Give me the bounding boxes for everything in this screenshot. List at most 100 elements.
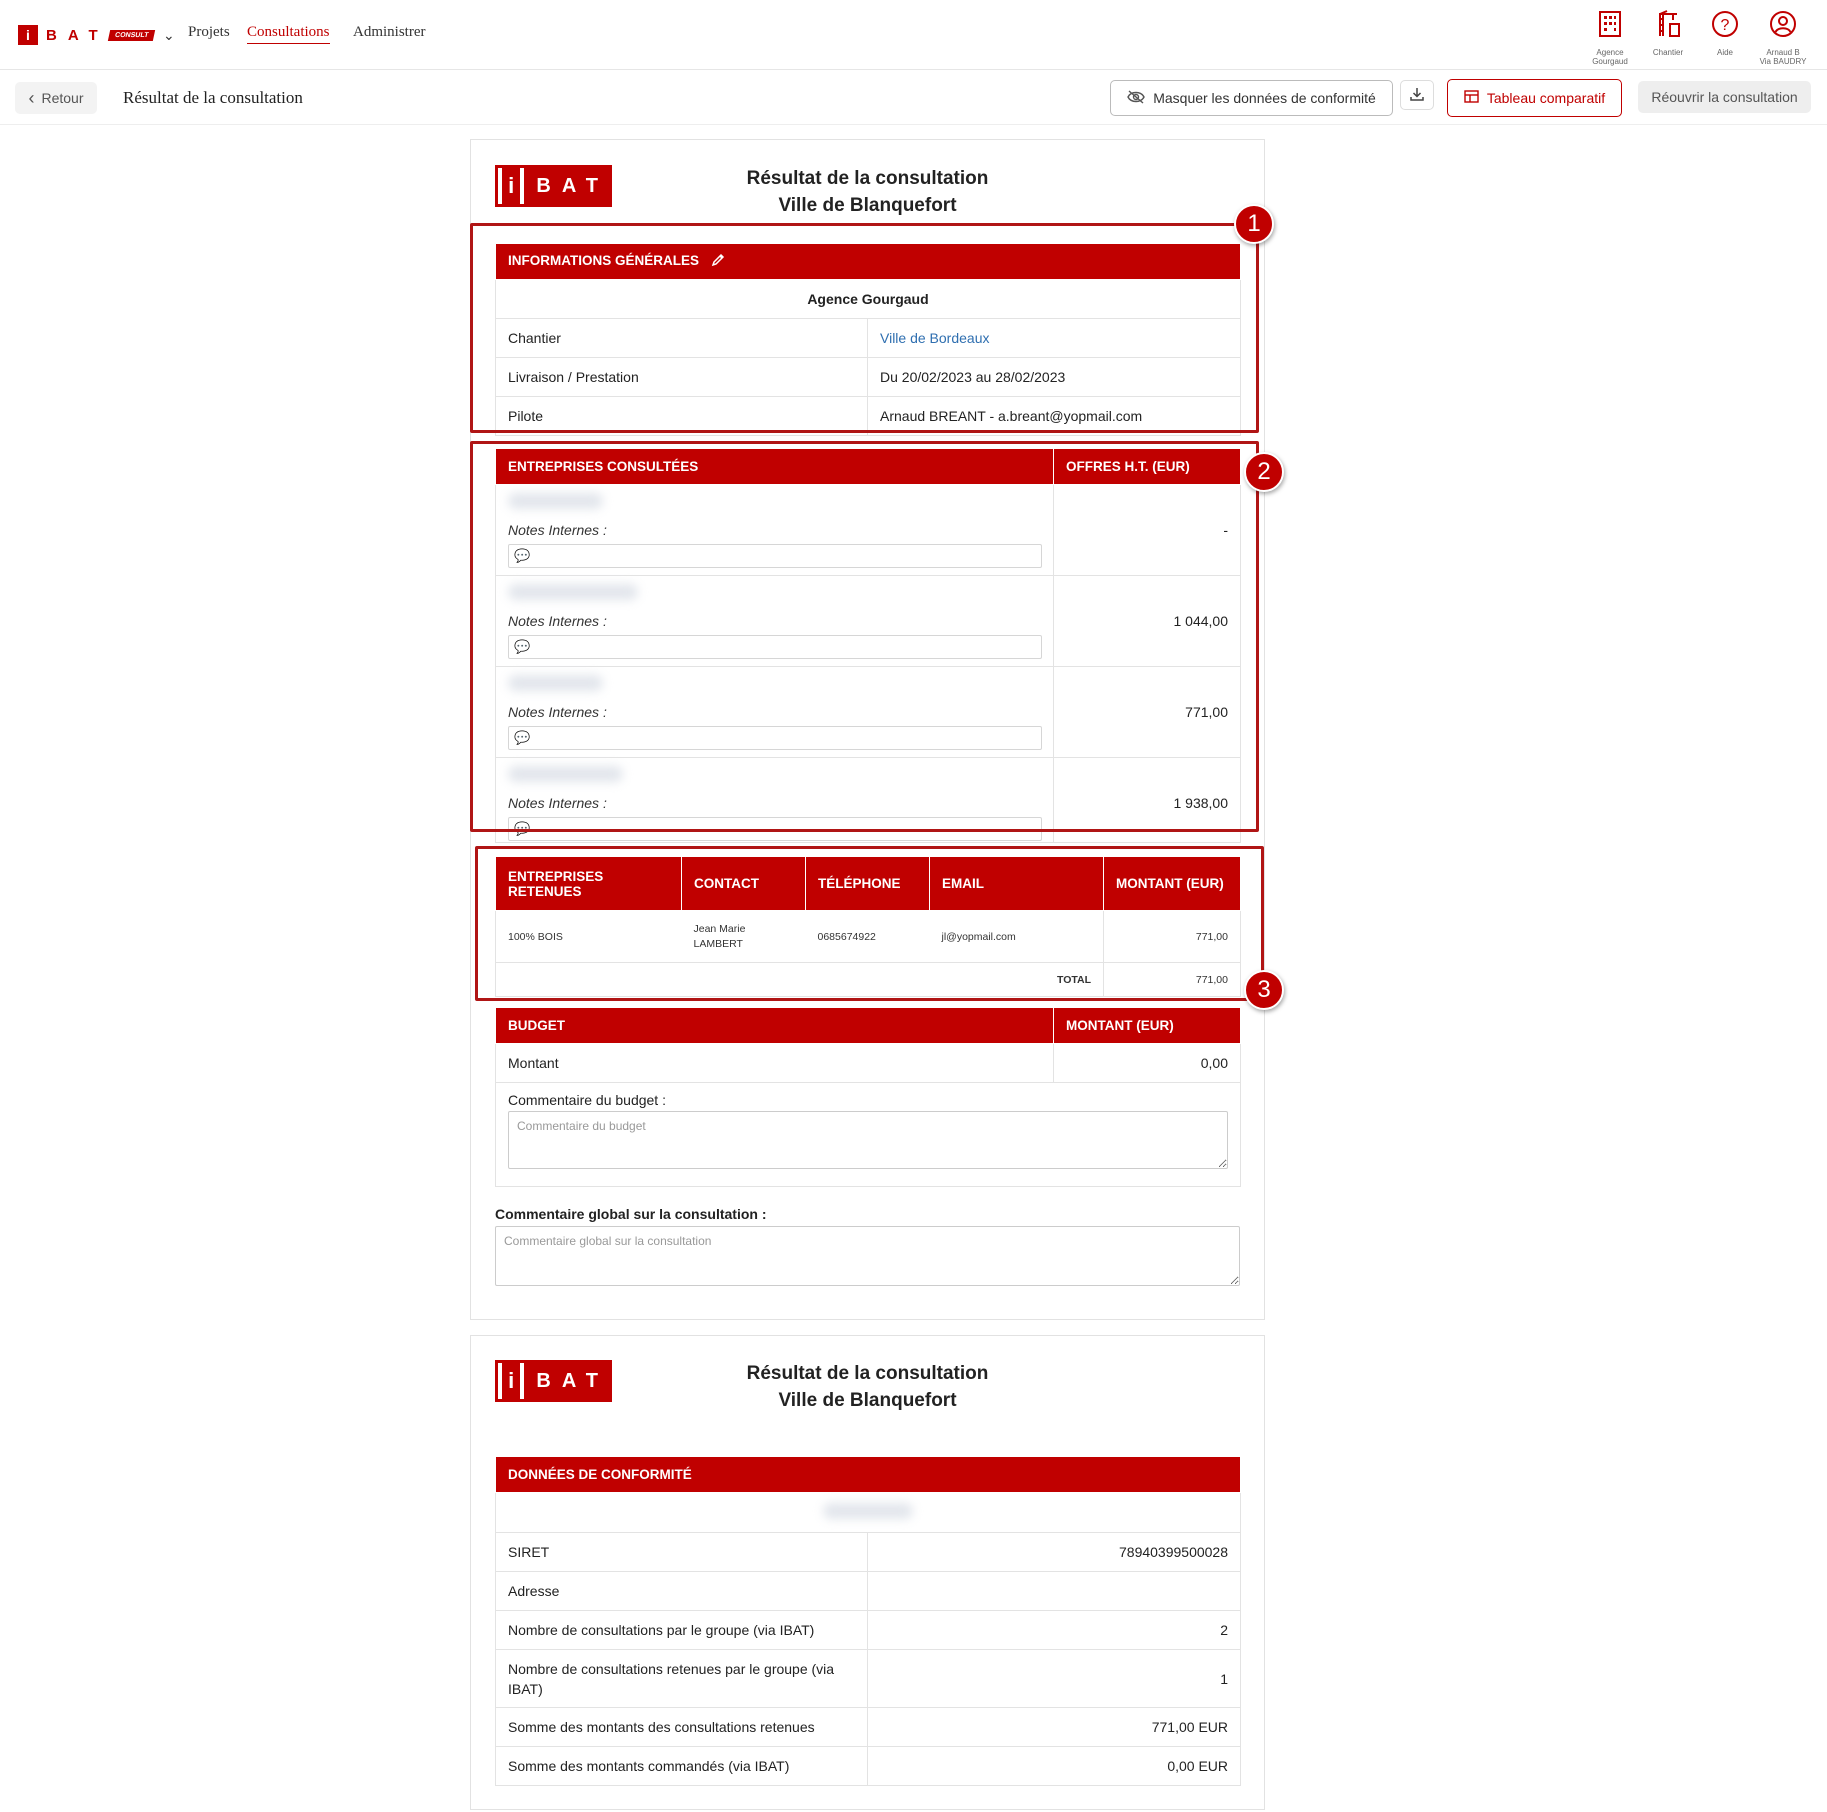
top-icon-sublabel: Gourgaud xyxy=(1592,57,1628,66)
download-button[interactable] xyxy=(1400,80,1434,110)
top-icon-label: Chantier xyxy=(1652,48,1684,57)
budget-value: 0,00 xyxy=(1053,1043,1241,1083)
total-label: TOTAL xyxy=(495,962,1104,997)
offer-value: 1 044,00 xyxy=(1053,575,1241,667)
global-comment-textarea[interactable] xyxy=(495,1226,1240,1286)
pencil-icon[interactable] xyxy=(711,253,725,270)
logo-i: i xyxy=(502,168,521,204)
info-value: Du 20/02/2023 au 28/02/2023 xyxy=(867,357,1241,397)
reopen-consultation-button[interactable]: Réouvrir la consultation xyxy=(1638,81,1811,113)
consultation-result-document: i BAT Résultat de la consultation Ville … xyxy=(470,139,1265,1320)
document-title: Résultat de la consultation Ville de Bla… xyxy=(695,165,1040,219)
annotation-badge-1: 1 xyxy=(1234,204,1274,244)
info-label: Chantier xyxy=(495,318,868,358)
consulted-company-cell: Notes Internes : 💬 xyxy=(495,484,1054,576)
compliance-value xyxy=(866,1571,1242,1611)
notes-label: Notes Internes : xyxy=(508,795,607,811)
user-icon xyxy=(1755,10,1811,44)
top-icon-label: Agence xyxy=(1596,48,1624,57)
compliance-label: Adresse xyxy=(495,1571,868,1611)
download-icon xyxy=(1409,86,1425,105)
chat-icon: 💬 xyxy=(514,821,531,836)
internal-notes-input[interactable]: 💬 xyxy=(508,817,1042,841)
nav-link-consultations[interactable]: Consultations xyxy=(247,24,330,44)
top-icon-sublabel: Via BAUDRY xyxy=(1759,57,1807,66)
consulted-company-cell: Notes Internes : 💬 xyxy=(495,666,1054,758)
chat-icon: 💬 xyxy=(514,548,531,563)
compliance-table: DONNÉES DE CONFORMITÉ SIRET 789403995000… xyxy=(494,1456,1242,1786)
document-title: Résultat de la consultation Ville de Bla… xyxy=(695,1360,1040,1414)
internal-notes-input[interactable]: 💬 xyxy=(508,726,1042,750)
compliance-label: Nombre de consultations retenues par le … xyxy=(495,1649,868,1708)
budget-amount-header: MONTANT (EUR) xyxy=(1053,1007,1241,1044)
comparative-table-button[interactable]: Tableau comparatif xyxy=(1447,79,1622,117)
notes-label: Notes Internes : xyxy=(508,522,607,538)
retained-header-contact: CONTACT xyxy=(681,856,806,911)
total-value: 771,00 xyxy=(1103,962,1241,997)
global-comment-label: Commentaire global sur la consultation : xyxy=(495,1206,767,1222)
table-icon xyxy=(1464,90,1479,106)
chat-icon: 💬 xyxy=(514,639,531,654)
document-title-line1: Résultat de la consultation xyxy=(746,1363,989,1384)
info-label: Pilote xyxy=(495,396,868,436)
document-header: i BAT Résultat de la consultation Ville … xyxy=(495,1360,1240,1420)
agency-name: Agence Gourgaud xyxy=(495,279,1241,319)
crane-icon xyxy=(1640,10,1696,44)
compliance-label: SIRET xyxy=(495,1532,868,1572)
top-icon-user[interactable]: Arnaud B Via BAUDRY xyxy=(1755,10,1811,66)
consulted-companies-table: ENTREPRISES CONSULTÉES OFFRES H.T. (EUR)… xyxy=(495,448,1241,843)
budget-label: Montant xyxy=(495,1043,1054,1083)
top-icon-aide[interactable]: ? Aide xyxy=(1697,10,1753,57)
retained-amount: 771,00 xyxy=(1103,910,1241,963)
page-title: Résultat de la consultation xyxy=(123,88,303,107)
internal-notes-input[interactable]: 💬 xyxy=(508,635,1042,659)
top-icon-label: Aide xyxy=(1716,48,1733,57)
company-name-redacted xyxy=(508,493,603,509)
help-icon: ? xyxy=(1697,10,1753,44)
company-name-redacted xyxy=(508,675,603,691)
ibat-logo: i BAT xyxy=(495,1360,612,1402)
retained-contact: Jean Marie LAMBERT xyxy=(681,910,806,963)
ibat-logo: i BAT xyxy=(495,165,612,207)
general-info-header-label: INFORMATIONS GÉNÉRALES xyxy=(508,253,700,269)
logo-i: i xyxy=(502,1363,521,1399)
retained-header-email: EMAIL xyxy=(929,856,1104,911)
notes-label: Notes Internes : xyxy=(508,613,607,629)
document-title-line1: Résultat de la consultation xyxy=(746,168,989,189)
logo-letters: BAT xyxy=(524,1363,609,1399)
chevron-left-icon: ‹ xyxy=(28,87,35,108)
document-title-line2: Ville de Blanquefort xyxy=(778,1390,957,1411)
compliance-header: DONNÉES DE CONFORMITÉ xyxy=(494,1456,1242,1493)
budget-comment-textarea[interactable] xyxy=(508,1111,1228,1169)
annotation-badge-3: 3 xyxy=(1244,970,1284,1010)
notes-label: Notes Internes : xyxy=(508,704,607,720)
top-icon-agence[interactable]: Agence Gourgaud xyxy=(1582,10,1638,66)
compliance-value: 0,00 EUR xyxy=(866,1746,1242,1786)
retained-companies-table: ENTREPRISES RETENUES CONTACT TÉLÉPHONE E… xyxy=(495,856,1241,997)
brand-consult-badge: CONSULT xyxy=(107,29,156,41)
building-icon xyxy=(1582,10,1638,44)
internal-notes-input[interactable]: 💬 xyxy=(508,544,1042,568)
svg-text:?: ? xyxy=(1721,17,1730,34)
compliance-label: Nombre de consultations par le groupe (v… xyxy=(495,1610,868,1650)
back-button[interactable]: ‹ Retour xyxy=(15,82,97,114)
chevron-down-icon[interactable]: ⌄ xyxy=(163,27,175,44)
budget-table: BUDGET MONTANT (EUR) Montant 0,00 Commen… xyxy=(495,1007,1241,1187)
nav-link-administrer[interactable]: Administrer xyxy=(353,24,426,41)
nav-link-projets[interactable]: Projets xyxy=(188,24,230,41)
offer-value: 1 938,00 xyxy=(1053,757,1241,843)
brand-i: i xyxy=(18,25,38,45)
brand-logo[interactable]: i BAT CONSULT ⌄ xyxy=(18,24,175,46)
eye-off-icon xyxy=(1127,89,1145,107)
chat-icon: 💬 xyxy=(514,730,531,745)
retained-header-company: ENTREPRISES RETENUES xyxy=(495,856,682,911)
hide-compliance-button[interactable]: Masquer les données de conformité xyxy=(1110,80,1393,116)
compliance-value: 2 xyxy=(866,1610,1242,1650)
chantier-link[interactable]: Ville de Bordeaux xyxy=(867,318,1241,358)
document-title-line2: Ville de Blanquefort xyxy=(778,195,957,216)
compliance-document: i BAT Résultat de la consultation Ville … xyxy=(470,1335,1265,1810)
top-icon-chantier[interactable]: Chantier xyxy=(1640,10,1696,57)
top-navbar: i BAT CONSULT ⌄ Projets Consultations Ad… xyxy=(0,0,1827,70)
retained-phone: 0685674922 xyxy=(805,910,930,963)
page-toolbar: ‹ Retour Résultat de la consultation Mas… xyxy=(0,71,1827,125)
